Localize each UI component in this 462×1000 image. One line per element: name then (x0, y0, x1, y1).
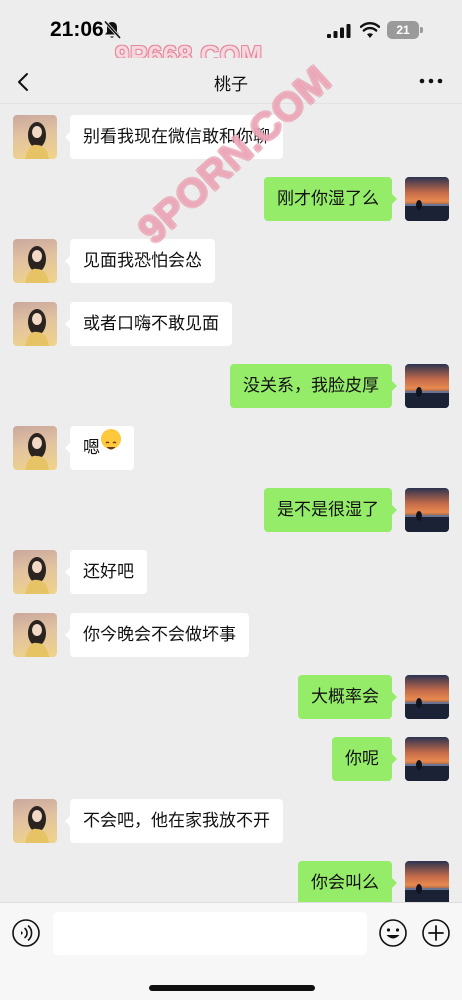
message-row-incoming: 嗯 (0, 426, 462, 470)
message-text: 你今晚会不会做坏事 (83, 625, 236, 645)
message-text: 你呢 (345, 749, 379, 769)
battery-tip (420, 27, 423, 33)
contact-avatar[interactable] (13, 115, 57, 159)
signal-icon (327, 24, 351, 38)
message-text: 还好吧 (83, 562, 134, 582)
message-row-outgoing: 你会叫么 (0, 861, 462, 905)
message-row-incoming: 不会吧，他在家我放不开 (0, 799, 462, 843)
my-avatar[interactable] (405, 177, 449, 221)
wifi-icon (360, 22, 380, 38)
message-bubble-outgoing[interactable]: 你会叫么 (298, 861, 397, 905)
contact-avatar[interactable] (13, 799, 57, 843)
my-avatar[interactable] (405, 861, 449, 905)
message-bubble-outgoing[interactable]: 大概率会 (298, 675, 397, 719)
my-avatar[interactable] (405, 488, 449, 532)
message-input[interactable] (53, 912, 367, 955)
message-bubble-incoming[interactable]: 或者口嗨不敢见面 (65, 302, 232, 346)
message-text: 你会叫么 (311, 873, 379, 893)
message-bubble-outgoing[interactable]: 你呢 (332, 737, 397, 781)
contact-avatar[interactable] (13, 613, 57, 657)
bell-muted-icon (103, 20, 121, 40)
contact-avatar[interactable] (13, 550, 57, 594)
message-bubble-incoming[interactable]: 还好吧 (65, 550, 147, 594)
message-text: 别看我现在微信敢和你聊 (83, 127, 270, 147)
message-bubble-incoming[interactable]: 不会吧，他在家我放不开 (65, 799, 283, 843)
emoji-icon[interactable] (378, 918, 408, 948)
chat-title: 桃子 (214, 75, 248, 95)
home-indicator (149, 985, 315, 991)
message-text: 刚才你湿了么 (277, 189, 379, 209)
contact-avatar[interactable] (13, 302, 57, 346)
message-text: 没关系，我脸皮厚 (243, 376, 379, 396)
message-bubble-outgoing[interactable]: 没关系，我脸皮厚 (230, 364, 397, 408)
more-dots-icon[interactable] (418, 74, 444, 88)
chat-header: 桃子 (0, 58, 462, 104)
message-row-incoming: 还好吧 (0, 550, 462, 594)
message-row-incoming: 或者口嗨不敢见面 (0, 302, 462, 346)
plus-icon[interactable] (421, 918, 451, 948)
message-row-outgoing: 刚才你湿了么 (0, 177, 462, 221)
status-time: 21:06 (50, 18, 104, 41)
message-bubble-incoming[interactable]: 嗯 (65, 426, 134, 470)
message-bubble-incoming[interactable]: 别看我现在微信敢和你聊 (65, 115, 283, 159)
contact-avatar[interactable] (13, 239, 57, 283)
my-avatar[interactable] (405, 737, 449, 781)
message-row-incoming: 见面我恐怕会怂 (0, 239, 462, 283)
message-text: 是不是很湿了 (277, 500, 379, 520)
message-text: 大概率会 (311, 687, 379, 707)
my-avatar[interactable] (405, 675, 449, 719)
voice-icon[interactable] (11, 918, 41, 948)
message-text: 见面我恐怕会怂 (83, 251, 202, 271)
message-row-outgoing: 没关系，我脸皮厚 (0, 364, 462, 408)
message-bubble-outgoing[interactable]: 刚才你湿了么 (264, 177, 397, 221)
message-text: 或者口嗨不敢见面 (83, 314, 219, 334)
my-avatar[interactable] (405, 364, 449, 408)
contact-avatar[interactable] (13, 426, 57, 470)
message-text: 嗯 (83, 438, 100, 458)
message-row-incoming: 你今晚会不会做坏事 (0, 613, 462, 657)
battery-icon: 21 (387, 21, 419, 39)
message-row-outgoing: 你呢 (0, 737, 462, 781)
grin-emoji-icon (101, 429, 121, 450)
message-bubble-incoming[interactable]: 你今晚会不会做坏事 (65, 613, 249, 657)
message-bubble-incoming[interactable]: 见面我恐怕会怂 (65, 239, 215, 283)
message-text: 不会吧，他在家我放不开 (83, 811, 270, 831)
message-bubble-outgoing[interactable]: 是不是很湿了 (264, 488, 397, 532)
message-row-outgoing: 是不是很湿了 (0, 488, 462, 532)
message-row-outgoing: 大概率会 (0, 675, 462, 719)
message-row-incoming: 别看我现在微信敢和你聊 (0, 115, 462, 159)
